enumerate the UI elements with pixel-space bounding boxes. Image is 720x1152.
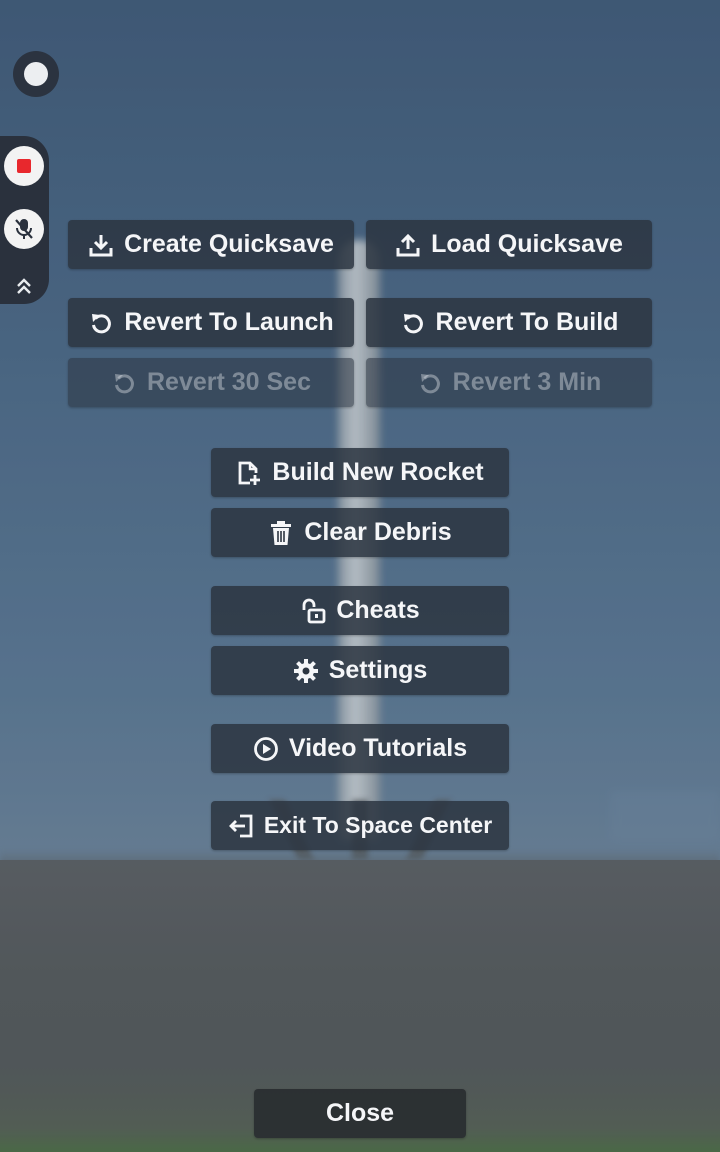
revert-icon: [417, 370, 443, 396]
load-quicksave-label: Load Quicksave: [431, 230, 623, 258]
exit-to-space-center-label: Exit To Space Center: [263, 812, 493, 838]
assistive-touch-button[interactable]: [13, 51, 59, 97]
close-label: Close: [325, 1099, 395, 1127]
collapse-recorder-button[interactable]: [10, 272, 38, 300]
trash-icon: [268, 520, 294, 546]
stop-recording-button[interactable]: [4, 146, 44, 186]
clear-debris-label: Clear Debris: [304, 518, 452, 546]
revert-to-launch-button[interactable]: Revert To Launch: [68, 298, 354, 347]
revert-to-launch-label: Revert To Launch: [124, 308, 334, 336]
microphone-toggle-button[interactable]: [4, 209, 44, 249]
revert-icon: [111, 370, 137, 396]
revert-3-min-button[interactable]: Revert 3 Min: [366, 358, 652, 407]
menu-dim-overlay: [0, 0, 720, 1152]
settings-label: Settings: [328, 656, 428, 684]
stop-record-icon: [17, 159, 31, 173]
mic-muted-icon: [15, 219, 33, 239]
exit-icon: [228, 813, 254, 839]
load-quicksave-button[interactable]: Load Quicksave: [366, 220, 652, 269]
upload-icon: [395, 232, 421, 258]
revert-icon: [400, 310, 426, 336]
create-quicksave-button[interactable]: Create Quicksave: [68, 220, 354, 269]
video-tutorials-label: Video Tutorials: [288, 734, 468, 762]
cheats-label: Cheats: [336, 596, 420, 624]
game-background: [0, 0, 720, 1152]
revert-to-build-button[interactable]: Revert To Build: [366, 298, 652, 347]
clear-debris-button[interactable]: Clear Debris: [211, 508, 509, 557]
download-icon: [88, 232, 114, 258]
play-circle-icon: [253, 736, 279, 762]
gear-icon: [293, 658, 319, 684]
revert-30-sec-label: Revert 30 Sec: [146, 368, 311, 396]
build-new-rocket-button[interactable]: Build New Rocket: [211, 448, 509, 497]
video-tutorials-button[interactable]: Video Tutorials: [211, 724, 509, 773]
cheats-button[interactable]: Cheats: [211, 586, 509, 635]
exit-to-space-center-button[interactable]: Exit To Space Center: [211, 801, 509, 850]
revert-to-build-label: Revert To Build: [435, 308, 619, 336]
chevron-double-up-icon: [17, 278, 31, 294]
new-file-icon: [236, 460, 262, 486]
assistive-touch-icon: [24, 62, 48, 86]
revert-30-sec-button[interactable]: Revert 30 Sec: [68, 358, 354, 407]
revert-3-min-label: Revert 3 Min: [452, 368, 602, 396]
revert-icon: [88, 310, 114, 336]
create-quicksave-label: Create Quicksave: [124, 230, 334, 258]
settings-button[interactable]: Settings: [211, 646, 509, 695]
build-new-rocket-label: Build New Rocket: [272, 458, 484, 486]
unlock-icon: [300, 598, 326, 624]
close-button[interactable]: Close: [254, 1089, 466, 1138]
